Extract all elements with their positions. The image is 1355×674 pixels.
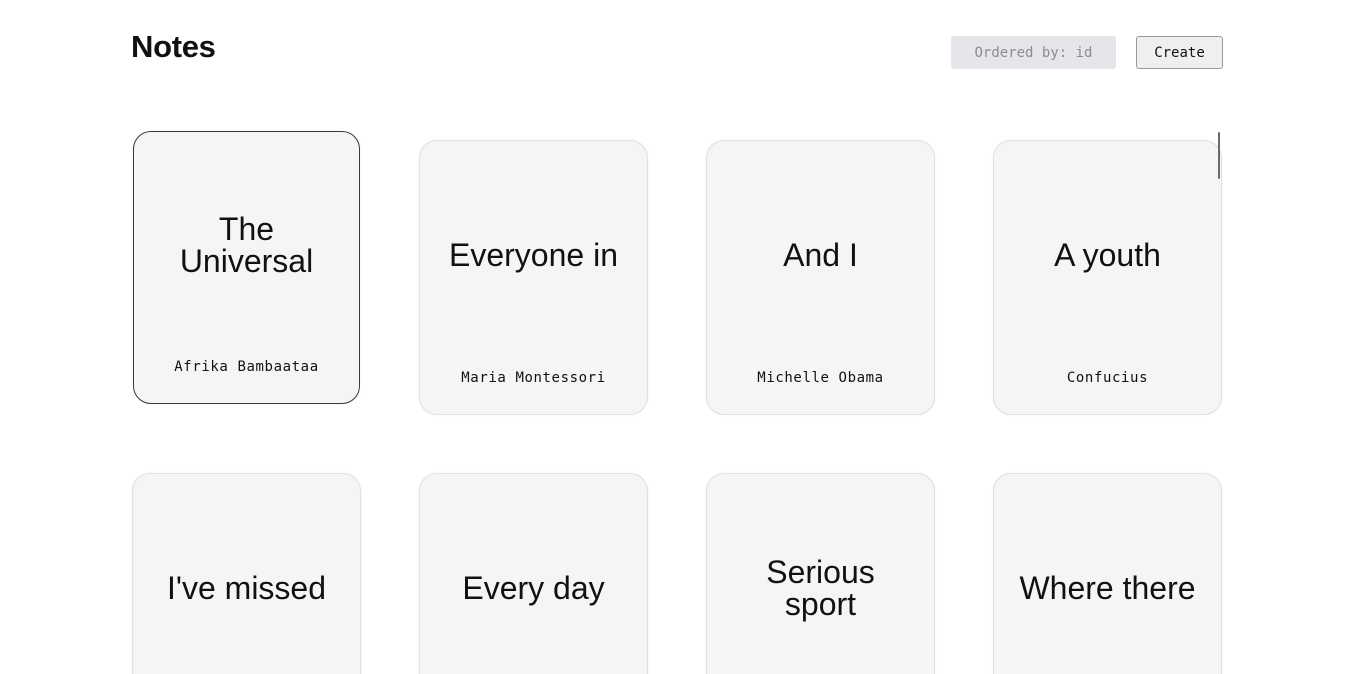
note-card[interactable]: Where there [993,473,1222,674]
notes-page: Notes Ordered by: id Create The Universa… [0,0,1355,674]
note-author: Afrika Bambaataa [174,359,319,375]
note-title: Serious sport [766,554,875,622]
page-title: Notes [131,29,216,64]
create-button[interactable]: Create [1136,36,1223,69]
scroll-indicator[interactable] [1218,132,1220,179]
note-card[interactable]: The Universal Afrika Bambaataa [133,131,360,404]
note-title: Everyone in [449,237,618,273]
note-card[interactable]: I've missed [132,473,361,674]
note-card[interactable]: And I Michelle Obama [706,140,935,415]
note-title: And I [783,237,858,273]
note-author: Confucius [1066,370,1149,386]
note-author: Maria Montessori [461,370,606,386]
note-title: Every day [462,570,605,606]
note-card[interactable]: Everyone in Maria Montessori [419,140,648,415]
note-title: A youth [1054,237,1161,273]
note-title: I've missed [166,570,327,606]
order-by-badge[interactable]: Ordered by: id [951,36,1116,69]
note-card[interactable]: A youth Confucius [993,140,1222,415]
note-card[interactable]: Every day [419,473,648,674]
note-author: Michelle Obama [757,370,884,386]
note-title: The Universal [179,211,314,279]
note-title: Where there [1019,570,1196,606]
note-card[interactable]: Serious sport [706,473,935,674]
